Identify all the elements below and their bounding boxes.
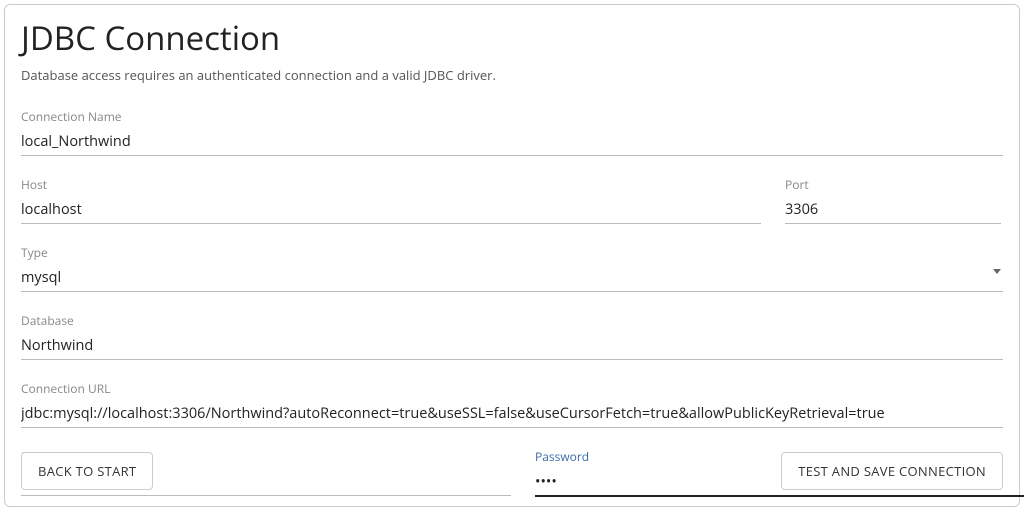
type-label: Type (21, 244, 1003, 261)
database-field-group: Database (21, 312, 1003, 360)
type-select[interactable] (21, 265, 1003, 292)
page-title: JDBC Connection (21, 15, 1003, 60)
port-label: Port (785, 176, 1001, 193)
connection-url-field-group: Connection URL (21, 380, 1003, 428)
connection-name-field-group: Connection Name (21, 108, 1003, 156)
connection-name-label: Connection Name (21, 108, 1003, 125)
page-subtitle: Database access requires an authenticate… (21, 66, 1003, 84)
type-field-group: Type (21, 244, 1003, 292)
connection-url-input[interactable] (21, 401, 1003, 428)
button-row: BACK TO START TEST AND SAVE CONNECTION (21, 452, 1003, 490)
host-input[interactable] (21, 197, 761, 224)
jdbc-connection-panel: JDBC Connection Database access requires… (4, 4, 1020, 507)
database-input[interactable] (21, 333, 1003, 360)
host-label: Host (21, 176, 761, 193)
type-select-wrapper[interactable] (21, 265, 1003, 292)
chevron-down-icon (993, 269, 1001, 274)
port-input[interactable] (785, 197, 1001, 224)
host-field-group: Host (21, 176, 761, 224)
connection-name-input[interactable] (21, 129, 1003, 156)
connection-url-label: Connection URL (21, 380, 1003, 397)
test-and-save-button[interactable]: TEST AND SAVE CONNECTION (781, 452, 1003, 490)
back-to-start-button[interactable]: BACK TO START (21, 452, 153, 490)
database-label: Database (21, 312, 1003, 329)
port-field-group: Port (785, 176, 1001, 224)
